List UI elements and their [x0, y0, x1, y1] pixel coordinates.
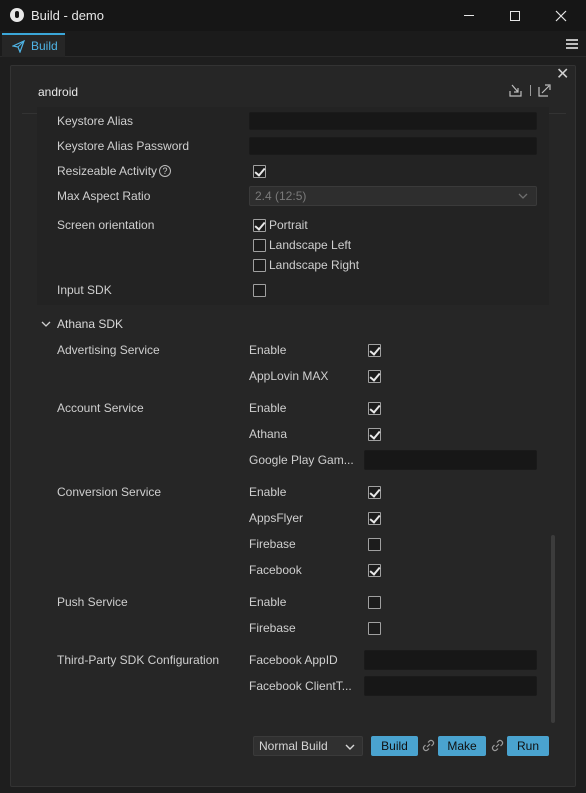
title-bar: Build - demo	[0, 0, 586, 31]
push-firebase-checkbox[interactable]	[368, 622, 381, 635]
orientation-landscape-right-checkbox[interactable]	[253, 259, 266, 272]
platform-title: android	[38, 85, 79, 99]
max-aspect-ratio-label: Max Aspect Ratio	[57, 189, 151, 203]
conversion-enable-checkbox[interactable]	[368, 486, 381, 499]
screen-orientation-label: Screen orientation	[57, 218, 155, 232]
import-icon[interactable]	[509, 84, 522, 97]
applovin-max-label: AppLovin MAX	[249, 369, 329, 383]
advertising-service-label: Advertising Service	[57, 343, 160, 357]
orientation-landscape-right-label: Landscape Right	[269, 258, 360, 272]
account-enable-checkbox[interactable]	[368, 402, 381, 415]
conversion-firebase-checkbox[interactable]	[368, 538, 381, 551]
max-aspect-ratio-select: 2.4 (12:5)	[249, 186, 537, 206]
header-divider	[530, 85, 531, 96]
facebook-client-token-label: Facebook ClientT...	[249, 679, 352, 693]
link-icon	[422, 739, 435, 752]
build-button[interactable]: Build	[371, 736, 418, 756]
run-button[interactable]: Run	[507, 736, 549, 756]
keystore-alias-input[interactable]	[249, 112, 537, 130]
window-title: Build - demo	[31, 8, 104, 23]
orientation-portrait-checkbox[interactable]	[253, 219, 266, 232]
facebook-client-token-input[interactable]	[364, 676, 537, 696]
keystore-alias-password-input[interactable]	[249, 137, 537, 155]
athana-checkbox[interactable]	[368, 428, 381, 441]
input-sdk-label: Input SDK	[57, 283, 112, 297]
athana-label: Athana	[249, 427, 288, 441]
max-aspect-ratio-value: 2.4 (12:5)	[255, 189, 307, 203]
appsflyer-checkbox[interactable]	[368, 512, 381, 525]
close-icon	[555, 10, 567, 21]
orientation-landscape-left-label: Landscape Left	[269, 238, 352, 252]
send-icon	[12, 39, 25, 53]
athana-sdk-section-title[interactable]: Athana SDK	[57, 317, 123, 331]
keystore-alias-label: Keystore Alias	[57, 114, 134, 128]
minimize-button[interactable]	[446, 0, 492, 31]
orientation-landscape-left-checkbox[interactable]	[253, 239, 266, 252]
build-type-value: Normal Build	[259, 739, 328, 753]
conversion-service-label: Conversion Service	[57, 485, 162, 499]
account-service-label: Account Service	[57, 401, 144, 415]
push-enable-checkbox[interactable]	[368, 596, 381, 609]
facebook-checkbox[interactable]	[368, 564, 381, 577]
maximize-button[interactable]	[492, 0, 538, 31]
make-button[interactable]: Make	[438, 736, 486, 756]
close-window-button[interactable]	[538, 0, 584, 31]
facebook-label: Facebook	[249, 563, 302, 577]
advertising-enable-checkbox[interactable]	[368, 344, 381, 357]
push-enable-label: Enable	[249, 595, 287, 609]
facebook-appid-input[interactable]	[364, 650, 537, 670]
tab-bar: Build	[0, 31, 586, 57]
keystore-alias-password-label: Keystore Alias Password	[57, 139, 190, 153]
resizeable-activity-checkbox[interactable]	[253, 165, 266, 178]
chevron-down-icon	[518, 193, 528, 199]
conversion-firebase-label: Firebase	[249, 537, 296, 551]
third-party-sdk-config-label: Third-Party SDK Configuration	[57, 653, 220, 667]
tab-build[interactable]: Build	[2, 33, 65, 57]
minimize-icon	[464, 15, 474, 16]
push-firebase-label: Firebase	[249, 621, 296, 635]
link-icon	[491, 739, 504, 752]
applovin-max-checkbox[interactable]	[368, 370, 381, 383]
advertising-enable-label: Enable	[249, 343, 287, 357]
input-sdk-checkbox[interactable]	[253, 284, 266, 297]
chevron-down-icon	[345, 744, 355, 750]
chevron-down-icon[interactable]	[41, 319, 51, 329]
help-icon[interactable]: ?	[159, 165, 171, 177]
app-logo-icon	[10, 8, 24, 22]
account-enable-label: Enable	[249, 401, 287, 415]
facebook-appid-label: Facebook AppID	[249, 653, 338, 667]
google-play-games-label: Google Play Gam...	[249, 453, 354, 467]
google-play-games-input[interactable]	[364, 450, 537, 470]
panel-close-icon[interactable]: ✕	[556, 67, 569, 83]
maximize-icon	[510, 10, 520, 21]
tab-label: Build	[31, 39, 58, 53]
export-icon[interactable]	[538, 84, 551, 97]
scrollbar[interactable]	[551, 535, 555, 723]
build-type-select[interactable]: Normal Build	[253, 736, 363, 756]
appsflyer-label: AppsFlyer	[249, 511, 304, 525]
resizeable-activity-label: Resizeable Activity	[57, 164, 158, 178]
menu-icon[interactable]	[566, 39, 578, 49]
push-service-label: Push Service	[57, 595, 128, 609]
conversion-enable-label: Enable	[249, 485, 287, 499]
orientation-portrait-label: Portrait	[269, 218, 308, 232]
